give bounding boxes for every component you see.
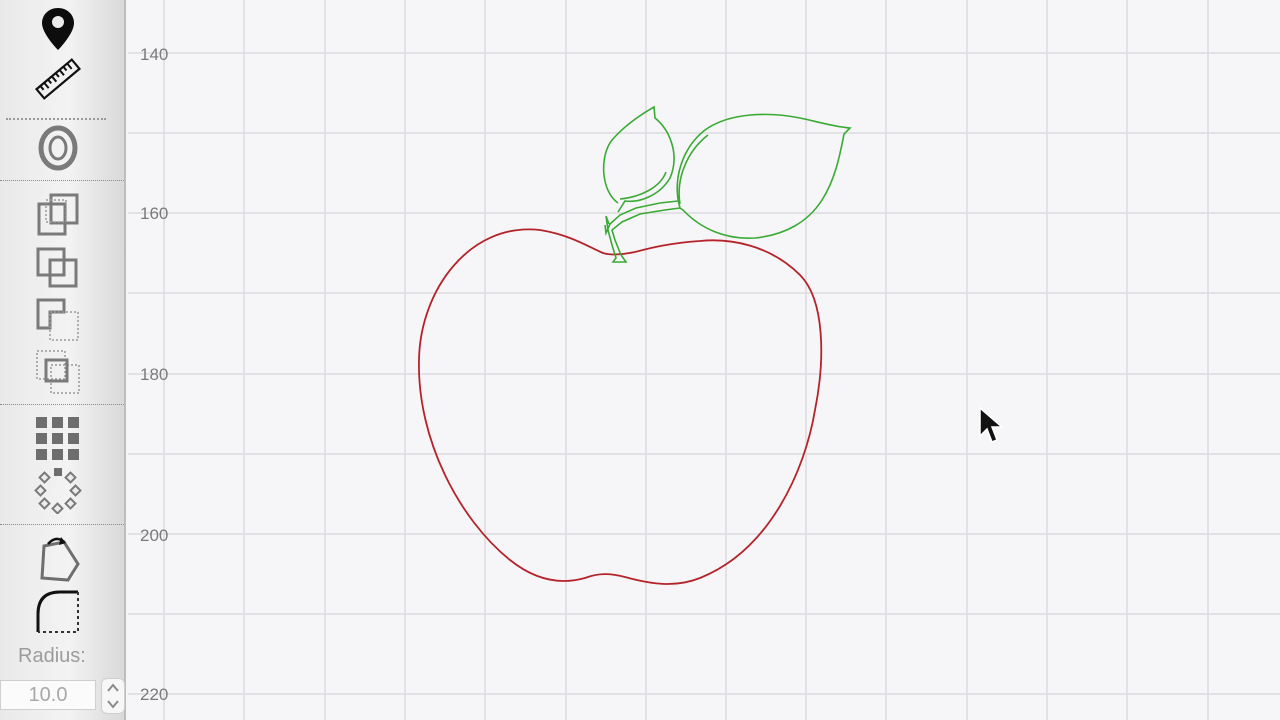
ruler-tick-label: 160	[140, 204, 169, 223]
weld-tool-button[interactable]	[34, 192, 82, 240]
apple-stem	[604, 200, 681, 263]
intersect-icon	[36, 350, 80, 394]
toolbar-separator	[0, 404, 124, 405]
design-canvas[interactable]	[128, 0, 1280, 720]
grid-array-tool-button[interactable]	[34, 414, 82, 462]
ruler-tick-label: 180	[140, 365, 169, 384]
rotate-node-icon	[40, 537, 80, 582]
subtract-tool-button[interactable]	[34, 296, 82, 344]
stepper-arrows-icon	[107, 683, 119, 709]
map-pin-tool-button[interactable]	[34, 4, 82, 52]
radius-stepper[interactable]	[101, 678, 125, 714]
ruler-tick-label: 140	[140, 45, 169, 64]
rotate-node-tool-button[interactable]	[34, 536, 82, 584]
small-leaf	[602, 105, 675, 213]
ruler-tool-button[interactable]	[34, 55, 82, 103]
radius-label: Radius:	[18, 645, 86, 667]
weld-icon	[37, 193, 79, 236]
radius-input[interactable]	[0, 680, 96, 710]
ruler-icon	[34, 58, 82, 100]
large-leaf-vein	[678, 134, 709, 205]
radial-array-tool-button[interactable]	[34, 466, 82, 514]
mouse-pointer-icon	[978, 406, 1006, 446]
tool-palette: Radius:	[0, 0, 126, 720]
intersect-tool-button[interactable]	[34, 348, 82, 396]
toolbar-separator	[6, 118, 106, 120]
apple-leaves-and-stem[interactable]	[602, 105, 852, 263]
round-corner-icon	[36, 590, 79, 633]
canvas-grid	[128, 0, 1280, 720]
offset-tool-button[interactable]	[34, 124, 82, 172]
radial-array-icon	[34, 468, 82, 514]
attach-icon	[36, 247, 78, 288]
map-pin-icon	[42, 8, 74, 50]
apple-body-outline[interactable]	[418, 228, 823, 585]
grid-array-icon	[36, 417, 79, 460]
toolbar-separator	[0, 180, 124, 181]
subtract-icon	[36, 298, 79, 341]
toolbar-separator	[0, 524, 124, 525]
round-corner-tool-button[interactable]	[34, 588, 82, 636]
ruler-tick-label: 200	[140, 526, 169, 545]
ruler-tick-label: 220	[140, 685, 169, 704]
small-leaf-vein	[619, 171, 667, 200]
attach-tool-button[interactable]	[34, 244, 82, 292]
offset-outline-icon	[38, 125, 78, 171]
